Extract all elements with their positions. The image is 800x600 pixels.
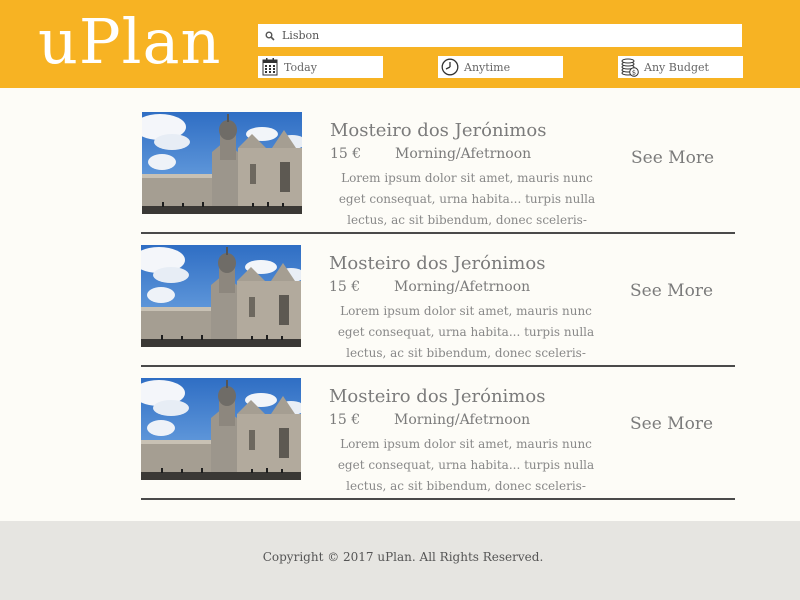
result-card: Mosteiro dos Jerónimos 15 € Morning/Afet… [141, 112, 735, 234]
result-description: Lorem ipsum dolor sit amet, mauris nunc … [337, 304, 595, 360]
clock-icon [438, 56, 462, 78]
result-title[interactable]: Mosteiro dos Jerónimos [330, 120, 546, 141]
result-card: Mosteiro dos Jerónimos 15 € Morning/Afet… [141, 245, 735, 367]
result-thumbnail[interactable] [141, 245, 301, 347]
coins-icon: $ [618, 56, 642, 78]
time-filter[interactable]: Anytime [438, 56, 563, 78]
logo[interactable]: uPlan [38, 6, 221, 78]
result-thumbnail[interactable] [141, 378, 301, 480]
result-title[interactable]: Mosteiro dos Jerónimos [329, 386, 545, 407]
result-period: Morning/Afetrnoon [394, 412, 531, 428]
date-filter[interactable]: Today [258, 56, 383, 78]
result-description: Lorem ipsum dolor sit amet, mauris nunc … [338, 171, 596, 227]
time-filter-label: Anytime [464, 60, 511, 74]
see-more-link[interactable]: See More [630, 414, 713, 434]
result-title[interactable]: Mosteiro dos Jerónimos [329, 253, 545, 274]
result-price: 15 € [329, 279, 361, 295]
budget-filter[interactable]: $ Any Budget [618, 56, 743, 78]
result-price: 15 € [329, 412, 361, 428]
budget-filter-label: Any Budget [644, 60, 709, 74]
result-price: 15 € [330, 146, 362, 162]
date-filter-label: Today [284, 60, 317, 74]
result-thumbnail[interactable] [142, 112, 302, 214]
see-more-link[interactable]: See More [631, 148, 714, 168]
see-more-link[interactable]: See More [630, 281, 713, 301]
search-icon [258, 24, 282, 47]
result-description: Lorem ipsum dolor sit amet, mauris nunc … [337, 437, 595, 493]
header: uPlan Lisbon Today Anytime $ Any Budget [0, 0, 800, 88]
result-period: Morning/Afetrnoon [395, 146, 532, 162]
result-card: Mosteiro dos Jerónimos 15 € Morning/Afet… [141, 378, 735, 500]
footer: Copyright © 2017 uPlan. All Rights Reser… [0, 521, 800, 600]
copyright: Copyright © 2017 uPlan. All Rights Reser… [262, 550, 544, 564]
svg-text:$: $ [632, 69, 636, 77]
search-input[interactable]: Lisbon [258, 24, 742, 47]
result-period: Morning/Afetrnoon [394, 279, 531, 295]
search-value: Lisbon [282, 29, 320, 42]
calendar-icon [258, 56, 282, 78]
